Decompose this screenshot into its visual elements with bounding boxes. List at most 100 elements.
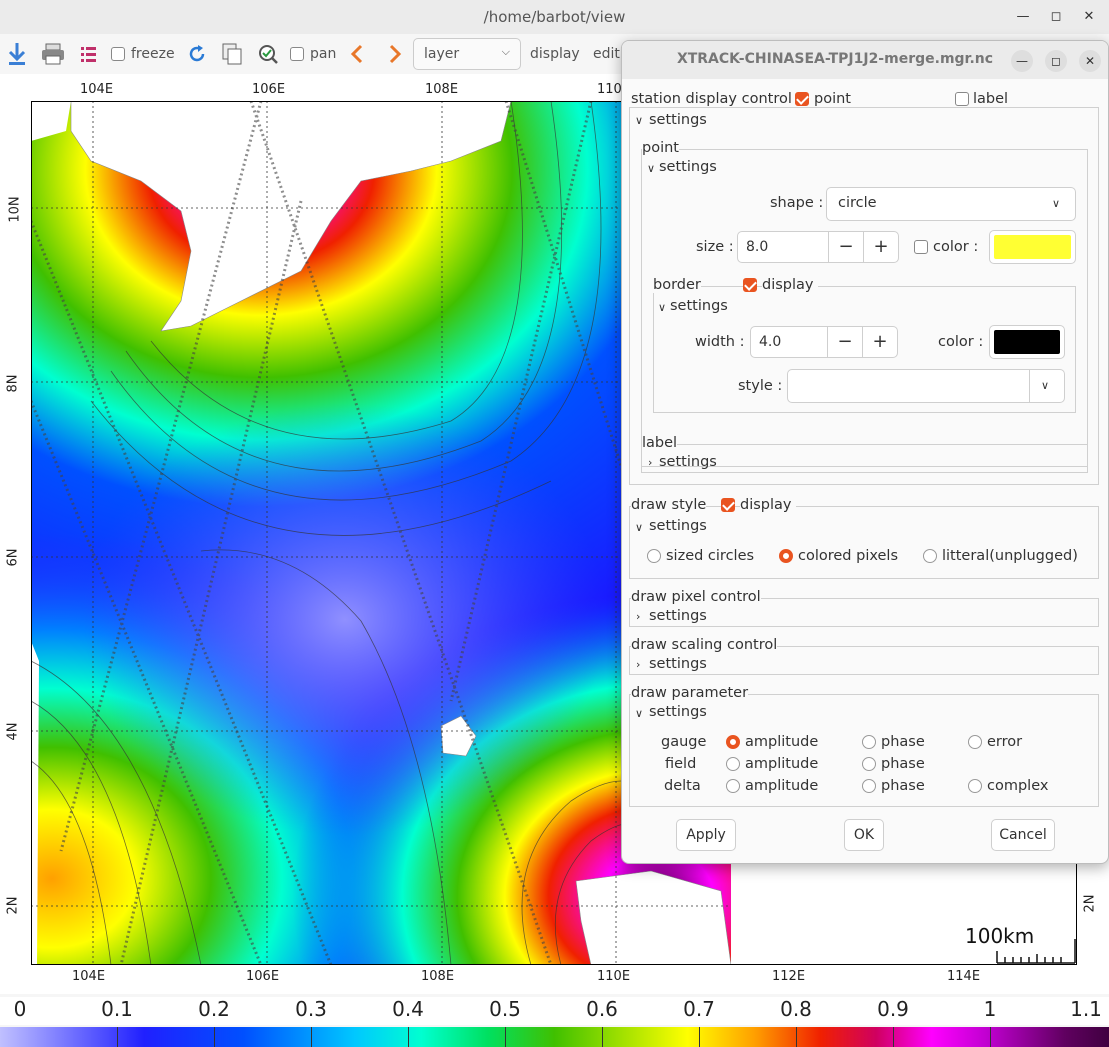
colorbar-label: 0.7: [683, 997, 715, 1021]
dialog-maximize-button[interactable]: ◻: [1045, 50, 1067, 72]
point-color-fill: [994, 235, 1071, 259]
edit-menu[interactable]: editi: [593, 40, 624, 68]
top-lon-label: 106E: [252, 82, 286, 97]
refresh-icon[interactable]: [187, 40, 207, 68]
display-menu[interactable]: display: [530, 40, 580, 68]
border-color-swatch[interactable]: [989, 325, 1065, 359]
size-decrement-button[interactable]: −: [828, 232, 863, 262]
apply-button[interactable]: Apply: [676, 819, 736, 851]
freeze-checkbox[interactable]: freeze: [111, 40, 175, 68]
point-color-swatch[interactable]: [989, 230, 1076, 264]
window-titlebar: /home/barbot/view — ◻ ✕: [0, 0, 1109, 34]
colorbar-label: 0.1: [101, 997, 133, 1021]
draw-scaling-settings-expander[interactable]: settings: [649, 656, 707, 672]
width-increment-button[interactable]: +: [862, 327, 897, 357]
sized-circles-radio[interactable]: [647, 549, 661, 563]
chevron-right-icon[interactable]: ›: [648, 456, 652, 469]
label-checkbox[interactable]: [955, 92, 969, 106]
label-settings-expander[interactable]: settings: [659, 454, 717, 470]
point-settings-expander[interactable]: settings: [659, 159, 717, 175]
freeze-checkbox-box[interactable]: [111, 47, 125, 61]
colorbar-label: 0.6: [586, 997, 618, 1021]
station-display-control-label: station display control: [631, 91, 792, 107]
dialog-close-button[interactable]: ✕: [1079, 50, 1101, 72]
field-amplitude-radio[interactable]: [726, 757, 740, 771]
top-lon-label: 110: [597, 82, 622, 97]
width-value[interactable]: 4.0: [751, 327, 827, 357]
row-delta-label: delta: [664, 778, 701, 794]
display-menu-label: display: [530, 46, 580, 62]
previous-icon[interactable]: [349, 40, 365, 68]
draw-parameter-settings-expander[interactable]: settings: [649, 704, 707, 720]
point-color-checkbox[interactable]: [914, 240, 928, 254]
delta-phase-radio[interactable]: [862, 779, 876, 793]
dialog-minimize-button[interactable]: —: [1011, 50, 1033, 72]
shape-combo[interactable]: circle ∨: [826, 187, 1076, 221]
chevron-down-icon: ⌵: [501, 45, 510, 58]
gauge-phase-label: phase: [881, 734, 925, 750]
row-gauge-label: gauge: [661, 734, 707, 750]
size-label: size :: [696, 239, 734, 255]
size-value[interactable]: 8.0: [738, 232, 828, 262]
litteral-radio[interactable]: [923, 549, 937, 563]
dialog-title: XTRACK-CHINASEA-TPJ1J2-merge.mgr.nc: [676, 51, 994, 67]
copy-icon[interactable]: [221, 40, 243, 68]
width-decrement-button[interactable]: −: [827, 327, 862, 357]
close-button[interactable]: ✕: [1080, 8, 1098, 26]
delta-amplitude-radio[interactable]: [726, 779, 740, 793]
width-spinbox[interactable]: 4.0 − +: [750, 326, 898, 358]
border-settings-expander[interactable]: settings: [670, 298, 728, 314]
point-checkbox-label: point: [814, 91, 851, 107]
minimize-button[interactable]: —: [1014, 8, 1032, 26]
gauge-amplitude-radio[interactable]: [726, 735, 740, 749]
gauge-error-radio[interactable]: [968, 735, 982, 749]
style-combo[interactable]: ∨: [787, 369, 1065, 403]
settings-expander[interactable]: settings: [649, 112, 707, 128]
size-increment-button[interactable]: +: [863, 232, 898, 262]
draw-style-settings-expander[interactable]: settings: [649, 518, 707, 534]
colorbar-tick: [602, 1027, 603, 1047]
colorbar-label: 0.9: [877, 997, 909, 1021]
cancel-button[interactable]: Cancel: [991, 819, 1055, 851]
draw-parameter-label: draw parameter: [631, 685, 749, 701]
draw-style-display-checkbox[interactable]: [721, 498, 735, 512]
row-field-label: field: [665, 756, 697, 772]
station-settings-dialog: XTRACK-CHINASEA-TPJ1J2-merge.mgr.nc — ◻ …: [621, 40, 1109, 864]
gauge-error-label: error: [987, 734, 1023, 750]
gauge-amplitude-label: amplitude: [745, 734, 819, 750]
print-icon[interactable]: [40, 40, 66, 68]
label-group-label: label: [642, 435, 678, 451]
field-phase-radio[interactable]: [862, 757, 876, 771]
chevron-right-icon[interactable]: ›: [636, 610, 640, 623]
left-lat-label: 6N: [5, 548, 21, 567]
draw-pixel-control-label: draw pixel control: [631, 589, 761, 605]
gauge-phase-radio[interactable]: [862, 735, 876, 749]
chevron-down-icon[interactable]: ∨: [647, 162, 655, 175]
draw-pixel-settings-expander[interactable]: settings: [649, 608, 707, 624]
next-icon[interactable]: [387, 40, 403, 68]
size-spinbox[interactable]: 8.0 − +: [737, 231, 899, 263]
colorbar-label: 0.3: [295, 997, 327, 1021]
zoom-check-icon[interactable]: [257, 40, 279, 68]
pan-label: pan: [310, 46, 337, 62]
colorbar-labels: 0 0.1 0.2 0.3 0.4 0.5 0.6 0.7 0.8 0.9 1 …: [0, 997, 1109, 1025]
layer-select[interactable]: layer ⌵: [413, 38, 521, 70]
pan-checkbox[interactable]: pan: [290, 40, 336, 68]
maximize-button[interactable]: ◻: [1047, 8, 1065, 26]
top-lon-label: 108E: [425, 82, 459, 97]
chevron-down-icon[interactable]: ∨: [635, 521, 643, 534]
ok-button[interactable]: OK: [844, 819, 884, 851]
delta-complex-radio[interactable]: [968, 779, 982, 793]
colorbar-tick: [990, 1027, 991, 1047]
chevron-down-icon[interactable]: ∨: [635, 707, 643, 720]
colored-pixels-radio[interactable]: [779, 549, 793, 563]
chevron-right-icon[interactable]: ›: [636, 658, 640, 671]
download-icon[interactable]: [6, 40, 28, 68]
list-icon[interactable]: [80, 40, 98, 68]
point-checkbox[interactable]: [795, 92, 809, 106]
chevron-down-icon[interactable]: ∨: [635, 114, 643, 127]
pan-checkbox-box[interactable]: [290, 47, 304, 61]
bottom-lon-label: 110E: [597, 969, 631, 984]
border-display-checkbox[interactable]: [743, 278, 757, 292]
chevron-down-icon[interactable]: ∨: [658, 301, 666, 314]
